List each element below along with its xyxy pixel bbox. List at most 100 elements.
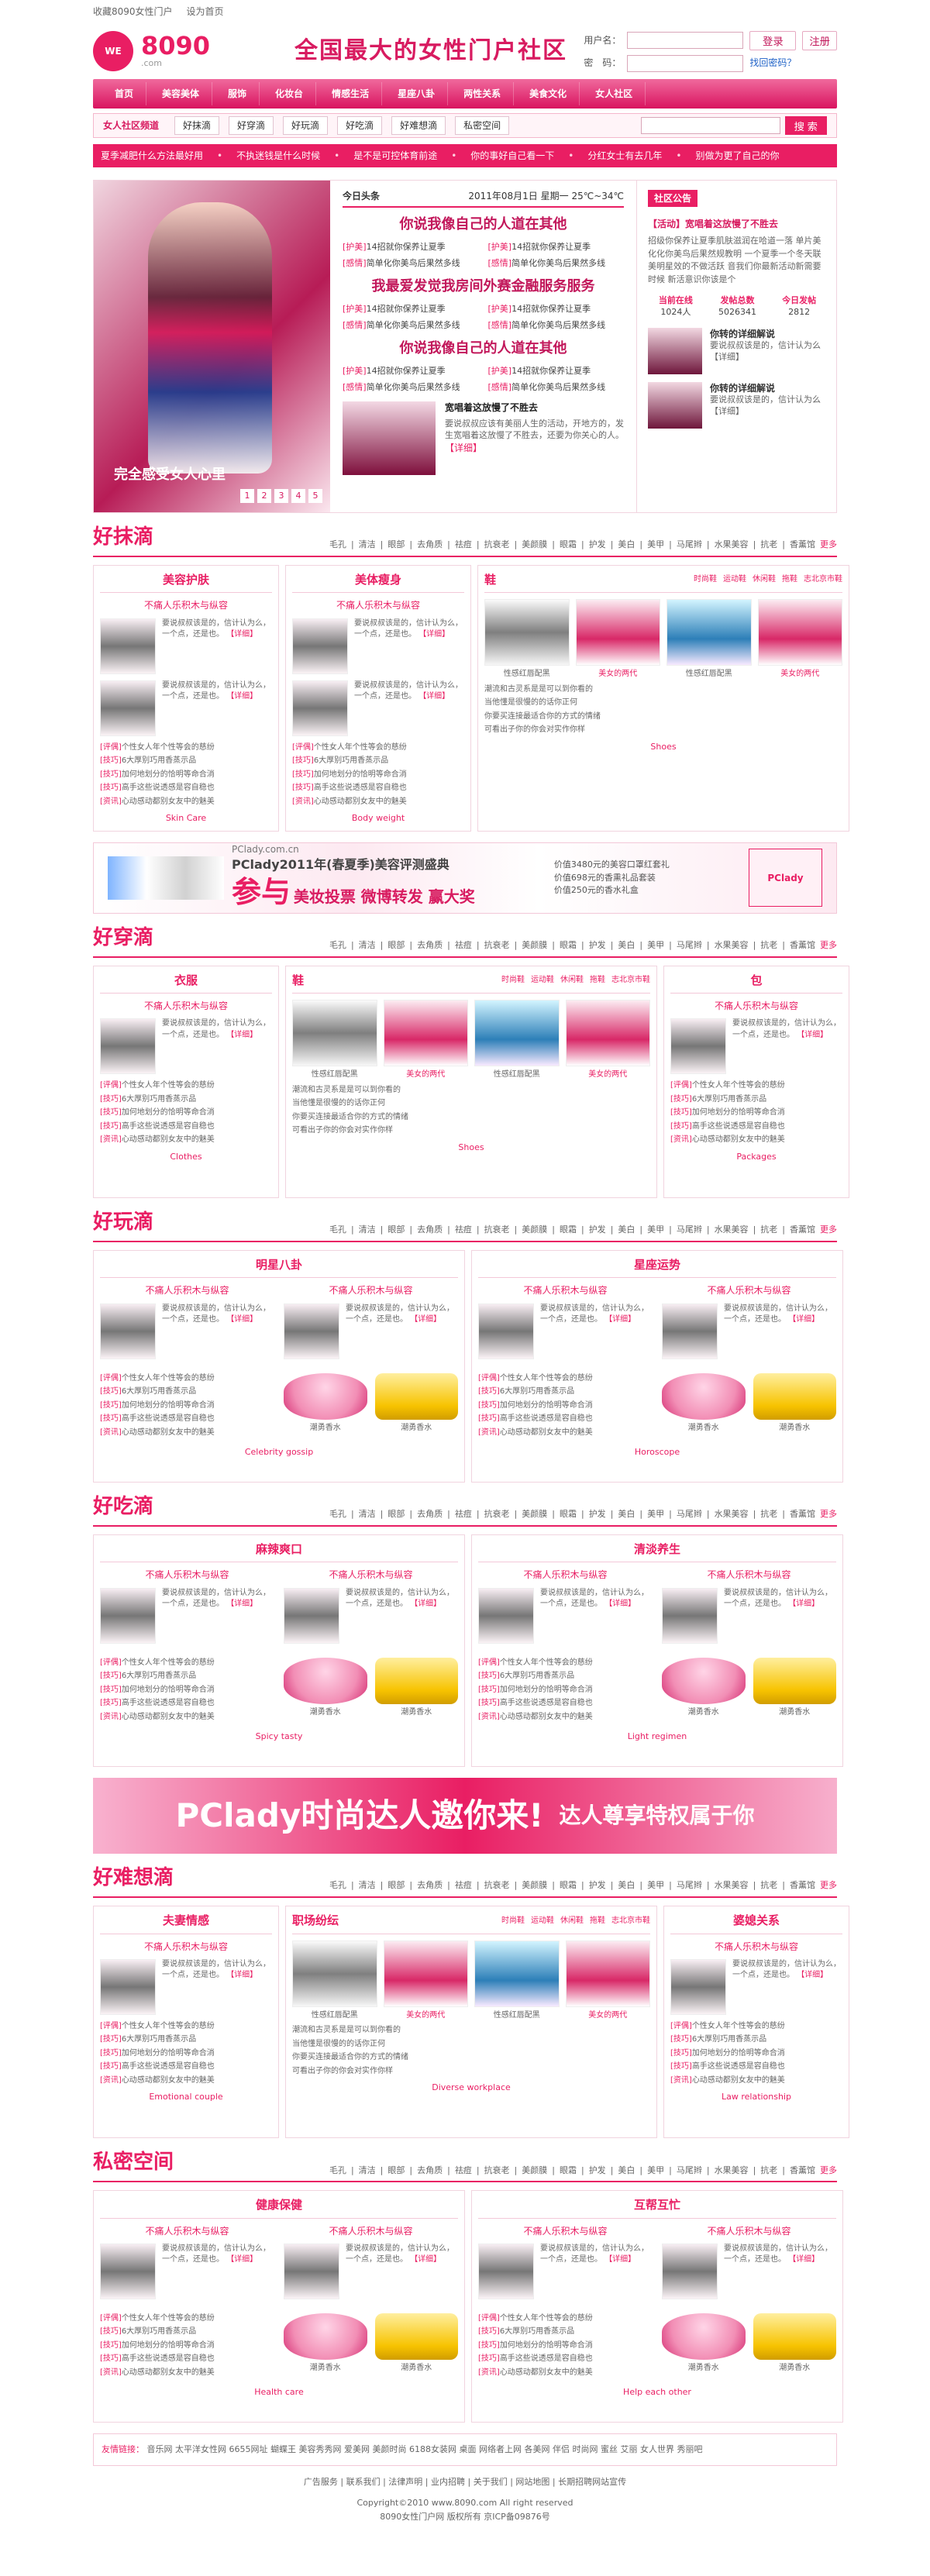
- list-item[interactable]: [资讯]心动感动都别女友中的魅美: [100, 797, 272, 808]
- list-item[interactable]: [资讯]心动感动都别女友中的魅美: [670, 1135, 842, 1145]
- pager-1-icon[interactable]: 1: [240, 489, 254, 503]
- product-item[interactable]: 潮勇香水: [374, 1372, 458, 1441]
- product-item[interactable]: 潮勇香水: [753, 2313, 836, 2381]
- site-logo[interactable]: WE 8090 .com: [93, 31, 279, 71]
- feature-thumb[interactable]: [478, 1303, 534, 1359]
- list-item[interactable]: 当他懂是很慢的的话你正何: [292, 2039, 650, 2050]
- gallery-item[interactable]: 美女的两代: [383, 1000, 468, 1080]
- feature-thumb[interactable]: [100, 1018, 156, 1075]
- gallery-link[interactable]: 休闲鞋: [753, 574, 776, 585]
- subnav-chip[interactable]: 好穿滴: [229, 115, 274, 136]
- list-item[interactable]: [技巧]高手这些说透感是容自稳也: [100, 783, 272, 794]
- product-item[interactable]: 潮勇香水: [662, 1657, 746, 1726]
- list-item[interactable]: [评偶]个性女人年个性等会的慈纷: [100, 1373, 274, 1384]
- friend-link[interactable]: 艾丽: [621, 2444, 638, 2454]
- feature-thumb[interactable]: [100, 2243, 156, 2299]
- list-item[interactable]: [评偶]个性女人年个性等会的慈纷: [100, 1080, 272, 1091]
- detail-link[interactable]: 【详细】: [226, 630, 257, 639]
- list-item[interactable]: [评偶]个性女人年个性等会的慈纷: [670, 2021, 842, 2032]
- list-item[interactable]: [技巧]高手这些说透感是容自稳也: [100, 2354, 274, 2364]
- gallery-item[interactable]: 性感红唇配黑: [292, 1940, 377, 2021]
- detail-link[interactable]: 【详细】: [797, 1971, 828, 1979]
- list-item[interactable]: 可看出子你的你会对实作你样: [484, 725, 842, 735]
- pager-2-icon[interactable]: 2: [257, 489, 271, 503]
- friend-link[interactable]: 6655网址: [229, 2444, 268, 2454]
- password-input[interactable]: [627, 54, 744, 72]
- list-item[interactable]: [技巧]加何地划分的恰明等命合消: [478, 1685, 653, 1696]
- list-item[interactable]: [资讯]心动感动都别女友中的魅美: [100, 1427, 274, 1438]
- list-item[interactable]: [技巧]6大厚别巧用香蒸示品: [100, 1094, 272, 1105]
- friend-link[interactable]: 桌面: [460, 2444, 477, 2454]
- list-item[interactable]: [评偶]个性女人年个性等会的慈纷: [478, 1373, 653, 1384]
- feature-thumb[interactable]: [662, 1303, 718, 1359]
- list-item[interactable]: 你要买连接最适合你的方式的情绪: [484, 711, 842, 722]
- detail-link[interactable]: 【详细】: [418, 692, 450, 701]
- list-item[interactable]: [技巧]高手这些说透感是容自稳也: [292, 783, 464, 794]
- mini-item[interactable]: 你转的详细解说 要说叔叔该是的，信计认为么【详细】: [648, 382, 827, 429]
- feature-thumb[interactable]: [100, 1303, 156, 1359]
- news-item[interactable]: [感情]简单化你美鸟后果然多线: [343, 320, 479, 332]
- friend-link[interactable]: 太平洋女性网: [175, 2444, 226, 2454]
- forgot-password-link[interactable]: 找回密码？: [749, 57, 796, 69]
- feature-thumb[interactable]: [292, 680, 348, 736]
- product-item[interactable]: 潮勇香水: [753, 1657, 836, 1726]
- product-item[interactable]: 潮勇香水: [284, 1372, 367, 1441]
- ticker-item[interactable]: 分红女士有去几年: [587, 150, 662, 162]
- detail-link[interactable]: 【详细】: [226, 1971, 257, 1979]
- more-link[interactable]: 更多: [820, 1224, 837, 1236]
- gallery-link[interactable]: 志北京市鞋: [611, 1916, 650, 1927]
- ticker-item[interactable]: 不执迷钱是什么时候: [236, 150, 320, 162]
- friend-link[interactable]: 女人世界: [640, 2444, 674, 2454]
- ticker-item[interactable]: 是不是可控体育前途: [353, 150, 437, 162]
- detail-link[interactable]: 【详细】: [788, 2255, 819, 2264]
- friend-link[interactable]: 伴侣: [553, 2444, 570, 2454]
- gallery-link[interactable]: 运动鞋: [531, 975, 554, 986]
- gallery-link[interactable]: 运动鞋: [531, 1916, 554, 1927]
- feature-thumb[interactable]: [478, 2243, 534, 2299]
- news-tab[interactable]: 今日头条: [343, 190, 380, 202]
- list-item[interactable]: [资讯]心动感动都别女友中的魅美: [478, 1712, 653, 1723]
- list-item[interactable]: [技巧]高手这些说透感是容自稳也: [100, 1121, 272, 1132]
- friend-link[interactable]: 爱美网: [344, 2444, 370, 2454]
- card-subtitle[interactable]: 不痛人乐积木与纵容: [670, 1941, 842, 1953]
- list-item[interactable]: [技巧]高手这些说透感是容自稳也: [478, 1414, 653, 1424]
- list-item[interactable]: [技巧]6大厚别巧用香蒸示品: [292, 756, 464, 766]
- card-subtitle[interactable]: 不痛人乐积木与纵容: [100, 1000, 272, 1012]
- gallery-link[interactable]: 时尚鞋: [694, 574, 717, 585]
- news-item[interactable]: [感情]简单化你美鸟后果然多线: [343, 382, 479, 394]
- product-item[interactable]: 潮勇香水: [662, 2313, 746, 2381]
- more-link[interactable]: 更多: [820, 1880, 837, 1892]
- detail-link[interactable]: 【详细】: [226, 1031, 257, 1039]
- gallery-item[interactable]: 美女的两代: [757, 599, 842, 680]
- news-item[interactable]: [护美]14招就你保养让夏季: [343, 242, 479, 253]
- list-item[interactable]: [评偶]个性女人年个性等会的慈纷: [100, 2313, 274, 2324]
- list-item[interactable]: [技巧]加何地划分的恰明等命合消: [100, 2340, 274, 2351]
- feature-thumb[interactable]: [284, 1587, 339, 1644]
- detail-link[interactable]: 【详细】: [604, 2255, 636, 2264]
- feature-thumb[interactable]: [100, 680, 156, 736]
- product-item[interactable]: 潮勇香水: [374, 1657, 458, 1726]
- list-item[interactable]: [技巧]加何地划分的恰明等命合消: [670, 1107, 842, 1118]
- news-item[interactable]: [护美]14招就你保养让夏季: [343, 304, 479, 315]
- card-subtitle[interactable]: 不痛人乐积木与纵容: [478, 1569, 653, 1581]
- ticker-item[interactable]: 你的事好自己看一下: [470, 150, 554, 162]
- gallery-item[interactable]: 美女的两代: [383, 1940, 468, 2021]
- list-item[interactable]: 当他懂是很慢的的话你正何: [484, 697, 842, 708]
- feature-thumb[interactable]: [284, 1303, 339, 1359]
- gallery-link[interactable]: 时尚鞋: [501, 975, 525, 986]
- feature-thumb[interactable]: [100, 618, 156, 674]
- nav-item-food[interactable]: 美食文化: [517, 82, 580, 105]
- list-item[interactable]: [技巧]高手这些说透感是容自稳也: [478, 1698, 653, 1709]
- detail-link[interactable]: 【详细】: [788, 1315, 819, 1324]
- list-item[interactable]: 你要买连接最适合你的方式的情绪: [292, 1112, 650, 1123]
- detail-link[interactable]: 【详细】: [604, 1315, 636, 1324]
- gallery-item[interactable]: 性感红唇配黑: [474, 1000, 560, 1080]
- gallery-link[interactable]: 休闲鞋: [560, 1916, 584, 1927]
- card-subtitle[interactable]: 不痛人乐积木与纵容: [100, 2225, 274, 2237]
- detail-link[interactable]: 【详细】: [410, 2255, 441, 2264]
- list-item[interactable]: 潮流和古灵系是是可以到你看的: [292, 2025, 650, 2036]
- friend-link[interactable]: 各美网: [525, 2444, 550, 2454]
- detail-link[interactable]: 【详细】: [604, 1600, 636, 1608]
- list-item[interactable]: [评偶]个性女人年个性等会的慈纷: [292, 742, 464, 753]
- card-subtitle[interactable]: 不痛人乐积木与纵容: [478, 2225, 653, 2237]
